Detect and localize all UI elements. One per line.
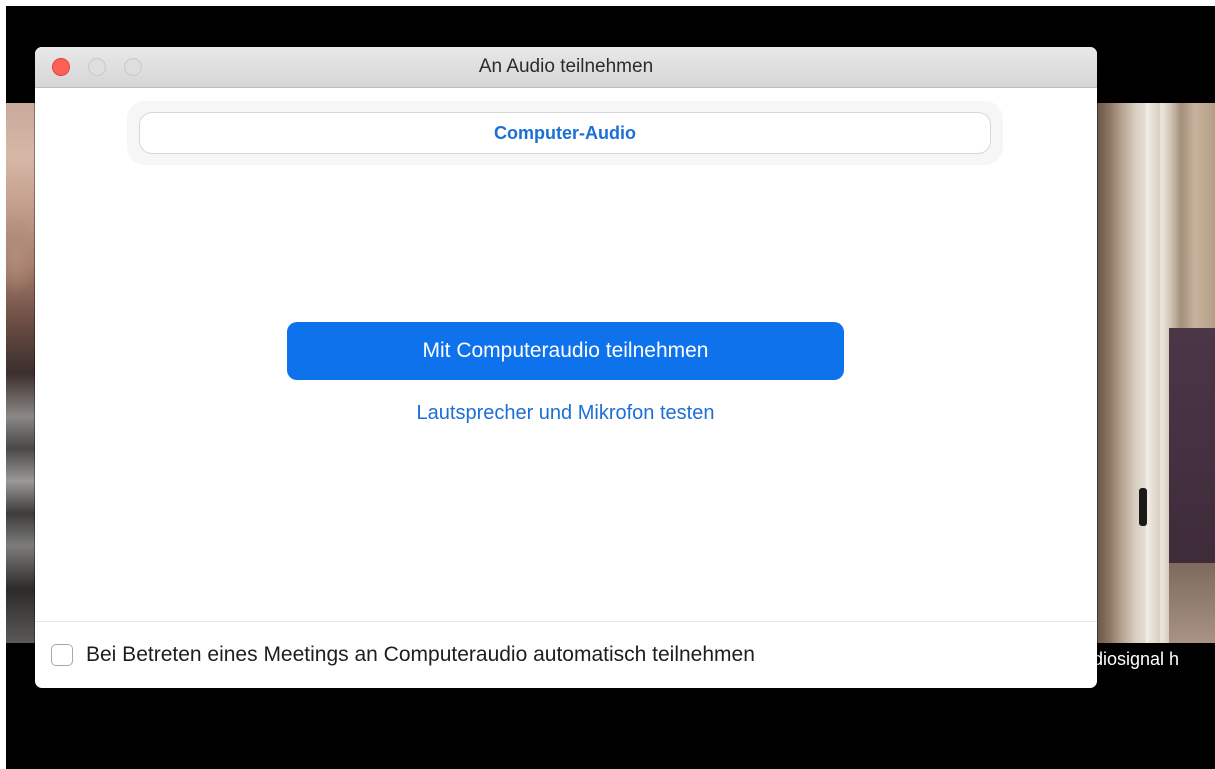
dialog-footer: Bei Betreten eines Meetings an Computera… [35,622,1097,688]
video-door-handle [1139,488,1147,526]
auto-join-checkbox-label[interactable]: Bei Betreten eines Meetings an Computera… [86,639,755,671]
window-title: An Audio teilnehmen [478,56,654,77]
video-floor [1169,563,1215,643]
video-caption: diosignal h [1093,649,1180,669]
audio-tab-bar: Computer-Audio [127,101,1003,165]
test-speaker-microphone-link[interactable]: Lautsprecher und Mikrofon testen [287,397,844,429]
join-audio-dialog: An Audio teilnehmen Computer-Audio Mit C… [35,47,1097,688]
auto-join-checkbox[interactable] [51,644,73,666]
meeting-background: diosignal h An Audio teilnehmen Computer… [6,6,1215,769]
window-titlebar: An Audio teilnehmen [35,47,1097,88]
join-with-computer-audio-button[interactable]: Mit Computeraudio teilnehmen [287,322,844,380]
participant-video-right [1091,103,1215,643]
video-door-frame [1146,103,1160,643]
tab-computer-audio[interactable]: Computer-Audio [139,112,991,154]
